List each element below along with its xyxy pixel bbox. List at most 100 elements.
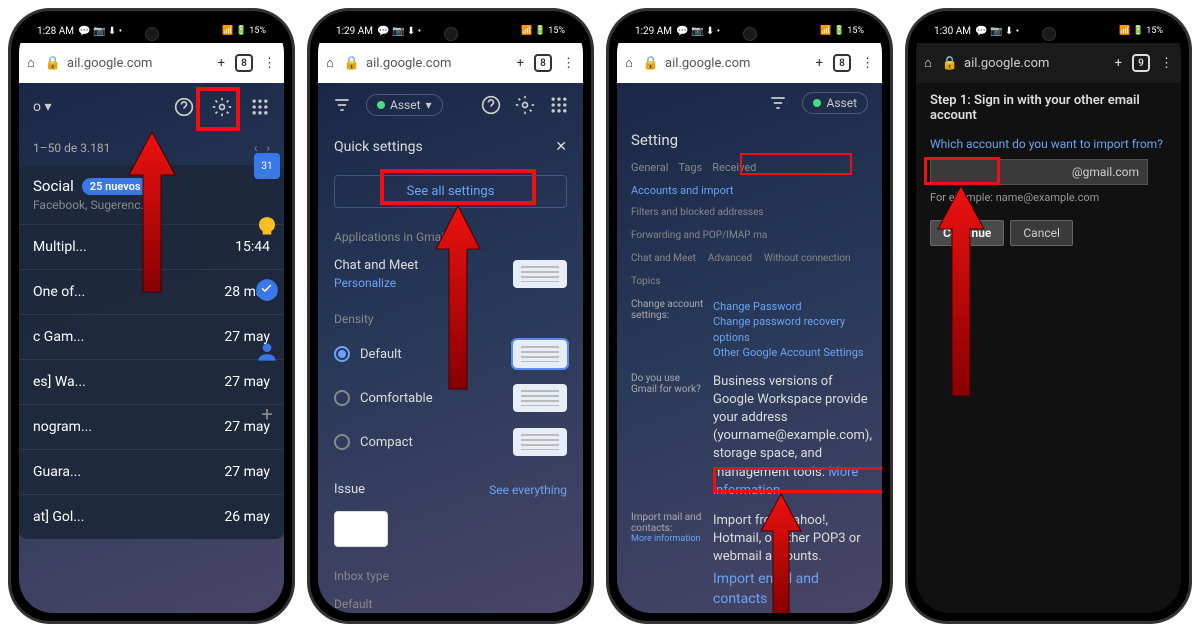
email-row[interactable]: c Gam...27 may: [19, 314, 284, 359]
see-everything-link[interactable]: See everything: [489, 483, 567, 497]
email-row[interactable]: at] Gol...26 may: [19, 494, 284, 539]
keep-icon[interactable]: [254, 215, 280, 241]
tab-filters[interactable]: Filters and blocked addresses: [631, 207, 764, 218]
url-bar[interactable]: 🔒ail.google.com: [45, 56, 208, 71]
filter-icon[interactable]: [332, 95, 352, 115]
settings-tabs-3: Chat and Meet Advanced Without connectio…: [617, 247, 882, 293]
calendar-icon[interactable]: 31: [254, 153, 280, 179]
more-icon[interactable]: ⋮: [263, 56, 276, 71]
tab-count[interactable]: 8: [833, 54, 851, 72]
time: 1:29 AM: [635, 26, 672, 37]
tab-received[interactable]: Received: [712, 161, 756, 174]
home-icon[interactable]: ⌂: [625, 55, 633, 71]
tab-topics[interactable]: Topics: [631, 276, 661, 287]
red-arrow: [123, 127, 181, 297]
new-tab-icon[interactable]: +: [816, 56, 823, 71]
tab-forwarding[interactable]: Forwarding and POP/IMAP ma: [631, 230, 767, 241]
help-icon[interactable]: [174, 97, 194, 117]
more-icon[interactable]: ⋮: [1160, 56, 1173, 71]
home-icon[interactable]: ⌂: [27, 55, 35, 71]
settings-topbar: Asset: [617, 83, 882, 123]
help-icon[interactable]: [481, 95, 501, 115]
tab-tags[interactable]: Tags: [678, 161, 702, 174]
tab-accounts-import[interactable]: Accounts and import: [631, 184, 733, 197]
asset-chip[interactable]: Asset▾: [366, 94, 443, 116]
add-icon[interactable]: +: [254, 401, 280, 427]
settings-content: Asset Setting General Tags Received Acco…: [617, 83, 882, 613]
red-arrow: [757, 489, 805, 613]
more-icon[interactable]: ⋮: [861, 56, 874, 71]
phone-4: 1:30 AM💬 📷 ⬇ • 📶 🔋 15% ⌂ 🔒ail.google.com…: [905, 8, 1192, 624]
gear-icon[interactable]: [212, 97, 232, 117]
more-icon[interactable]: ⋮: [562, 56, 575, 71]
other-settings-link[interactable]: Other Google Account Settings: [713, 345, 868, 360]
quick-settings: Asset▾ Quick settings ✕ See all settings…: [318, 83, 583, 613]
gmail-topbar: o ▾: [19, 83, 284, 131]
settings-title: Setting: [617, 123, 882, 157]
tab-general[interactable]: General: [631, 161, 668, 174]
change-password-link[interactable]: Change Password: [713, 299, 868, 314]
filter-icon[interactable]: [768, 93, 788, 113]
section-inbox: Inbox type: [318, 555, 583, 589]
import-row: Import mail and contacts:More informatio…: [617, 506, 882, 613]
tab-chat[interactable]: Chat and Meet: [631, 253, 696, 264]
email-row[interactable]: nogram...27 may: [19, 404, 284, 449]
email-row[interactable]: Guara...27 may: [19, 449, 284, 494]
more-info-link[interactable]: More information: [631, 534, 707, 544]
qs-topbar: Asset▾: [318, 83, 583, 127]
contacts-icon[interactable]: [254, 339, 280, 365]
change-recovery-link[interactable]: Change password recovery options: [713, 314, 868, 345]
signal-icons: 📶 🔋 15%: [222, 26, 266, 36]
browser-bar: ⌂ 🔒ail.google.com + 8 ⋮: [19, 43, 284, 83]
gear-icon[interactable]: [515, 95, 535, 115]
url-bar[interactable]: 🔒ail.google.com: [942, 56, 1105, 71]
issue-row: IssueSee everything: [318, 474, 583, 505]
new-tab-icon[interactable]: +: [1115, 56, 1122, 71]
gmail-content: o ▾ 1–50 de 3.181 ‹ › Social25 nuevos Fa…: [19, 83, 284, 613]
browser-bar: ⌂ 🔒ail.google.com + 8 ⋮: [617, 43, 882, 83]
cancel-button[interactable]: Cancel: [1010, 220, 1073, 246]
tab-count[interactable]: 8: [534, 54, 552, 72]
work-row: Do you use Gmail for work? Business vers…: [617, 367, 882, 506]
apps-icon[interactable]: [250, 97, 270, 117]
tab-count[interactable]: 9: [1132, 54, 1150, 72]
import-signin: Step 1: Sign in with your other email ac…: [916, 83, 1181, 613]
time: 1:28 AM: [37, 26, 74, 37]
new-tab-icon[interactable]: +: [218, 56, 225, 71]
tasks-icon[interactable]: [254, 277, 280, 303]
new-tab-icon[interactable]: +: [517, 56, 524, 71]
asset-chip[interactable]: Asset: [802, 92, 868, 114]
home-icon[interactable]: ⌂: [326, 55, 334, 71]
phone-3: 1:29 AM💬 📷 ⬇ • 📶 🔋 15% ⌂ 🔒ail.google.com…: [606, 8, 893, 624]
tab-advanced[interactable]: Advanced: [708, 253, 752, 264]
tab-count[interactable]: 8: [235, 54, 253, 72]
personalize-link[interactable]: Personalize: [334, 276, 418, 290]
email-row[interactable]: es] Wa...27 may: [19, 359, 284, 404]
settings-tabs: General Tags Received Accounts and impor…: [617, 157, 882, 201]
issue-thumb[interactable]: [334, 511, 388, 547]
time: 1:29 AM: [336, 26, 373, 37]
settings-tabs-2: Filters and blocked addresses Forwarding…: [617, 201, 882, 247]
import-question: Which account do you want to import from…: [930, 137, 1167, 151]
folder-label: o ▾: [33, 99, 51, 115]
home-icon[interactable]: ⌂: [924, 55, 932, 71]
side-apps: 31 +: [254, 153, 280, 427]
phone-1: 1:28 AM💬 📷 ⬇ • 📶 🔋 15% ⌂ 🔒ail.google.com…: [8, 8, 295, 624]
camera-cutout: [444, 27, 458, 41]
camera-cutout: [1042, 27, 1056, 41]
browser-bar: ⌂ 🔒ail.google.com + 8 ⋮: [318, 43, 583, 83]
preview-chat: [513, 260, 567, 288]
qs-header: Quick settings ✕: [318, 127, 583, 167]
url-bar[interactable]: 🔒ail.google.com: [344, 56, 507, 71]
apps-icon[interactable]: [549, 95, 569, 115]
url-bar[interactable]: 🔒ail.google.com: [643, 56, 806, 71]
change-account-row: Change account settings: Change Password…: [617, 293, 882, 367]
density-compact[interactable]: Compact: [318, 420, 583, 464]
tab-offline[interactable]: Without connection: [764, 253, 851, 264]
red-arrow: [430, 201, 486, 395]
browser-bar: ⌂ 🔒ail.google.com + 9 ⋮: [916, 43, 1181, 83]
red-arrow: [934, 181, 988, 401]
close-icon[interactable]: ✕: [555, 139, 567, 155]
phone-2: 1:29 AM💬 📷 ⬇ • 📶 🔋 15% ⌂ 🔒ail.google.com…: [307, 8, 594, 624]
social-label: Social: [33, 177, 74, 195]
